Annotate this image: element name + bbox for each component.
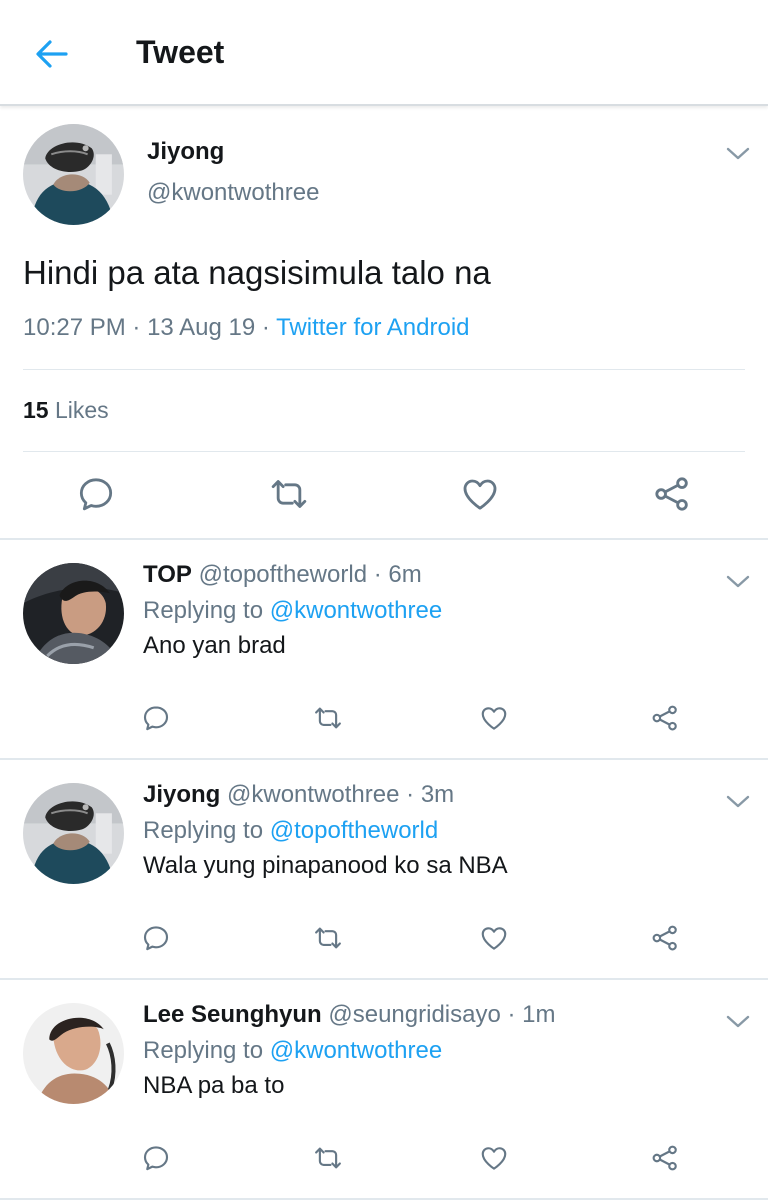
share-icon[interactable]: [650, 1143, 680, 1173]
like-heart-icon[interactable]: [460, 474, 500, 514]
main-tweet: Jiyong @kwontwothree Hindi pa ata nagsis…: [0, 108, 768, 540]
reply-tweet[interactable]: Jiyong @kwontwothree · 3m Replying to @t…: [0, 760, 768, 980]
replying-to: Replying to @topoftheworld: [143, 817, 438, 845]
mention-link[interactable]: @kwontwothree: [270, 597, 442, 624]
reply-author-name[interactable]: Lee Seunghyun: [143, 1001, 322, 1028]
reply-tweet[interactable]: Lee Seunghyun @seungridisayo · 1m Replyi…: [0, 980, 768, 1200]
replying-label: Replying to: [143, 1037, 264, 1064]
reply-tweet[interactable]: TOP @topoftheworld · 6m Replying to @kwo…: [0, 540, 768, 760]
replying-label: Replying to: [143, 597, 264, 624]
meta-separator: ·: [507, 1001, 516, 1028]
tweet-time: 10:27 PM: [23, 314, 126, 341]
reply-author-name[interactable]: TOP: [143, 561, 192, 588]
chevron-down-icon[interactable]: [724, 1012, 752, 1032]
reply-text: Wala yung pinapanood ko sa NBA: [143, 852, 508, 879]
likes-number: 15: [23, 397, 49, 423]
reply-header: TOP @topoftheworld · 6m: [143, 561, 422, 589]
tweet-text: Hindi pa ata nagsisimula talo na: [23, 254, 491, 291]
reply-text: Ano yan brad: [143, 632, 286, 659]
reply-icon[interactable]: [141, 703, 171, 733]
likes-count[interactable]: 15 Likes: [23, 397, 109, 424]
author-name[interactable]: Jiyong: [147, 138, 224, 166]
meta-separator: ·: [373, 561, 382, 588]
avatar[interactable]: [23, 783, 124, 884]
reply-author-handle[interactable]: @kwontwothree: [227, 781, 399, 808]
like-heart-icon[interactable]: [479, 1143, 509, 1173]
author-handle[interactable]: @kwontwothree: [147, 179, 319, 207]
retweet-icon[interactable]: [269, 474, 309, 514]
avatar[interactable]: [23, 124, 124, 225]
back-arrow-icon[interactable]: [30, 32, 74, 76]
reply-header: Lee Seunghyun @seungridisayo · 1m: [143, 1001, 556, 1029]
avatar[interactable]: [23, 563, 124, 664]
reply-author-name[interactable]: Jiyong: [143, 781, 220, 808]
reply-header: Jiyong @kwontwothree · 3m: [143, 781, 454, 809]
tweet-meta: 10:27 PM · 13 Aug 19 · Twitter for Andro…: [23, 314, 470, 342]
reply-icon[interactable]: [76, 474, 116, 514]
reply-time: 6m: [388, 561, 422, 588]
avatar[interactable]: [23, 1003, 124, 1104]
reply-icon[interactable]: [141, 1143, 171, 1173]
top-app-bar: Tweet: [0, 0, 768, 106]
retweet-icon[interactable]: [313, 923, 343, 953]
reply-time: 1m: [522, 1001, 556, 1028]
chevron-down-icon[interactable]: [724, 792, 752, 812]
likes-label: Likes: [54, 397, 109, 423]
replying-to: Replying to @kwontwothree: [143, 1037, 442, 1065]
reply-icon[interactable]: [141, 923, 171, 953]
chevron-down-icon[interactable]: [724, 572, 752, 592]
mention-link[interactable]: @topoftheworld: [270, 817, 438, 844]
tweet-date: 13 Aug 19: [147, 314, 256, 341]
tweet-source-link[interactable]: Twitter for Android: [276, 314, 469, 341]
reply-author-handle[interactable]: @topoftheworld: [199, 561, 367, 588]
retweet-icon[interactable]: [313, 703, 343, 733]
meta-separator: ·: [406, 781, 415, 808]
divider: [23, 369, 745, 370]
share-icon[interactable]: [652, 474, 692, 514]
mention-link[interactable]: @kwontwothree: [270, 1037, 442, 1064]
meta-separator: ·: [261, 314, 270, 341]
chevron-down-icon[interactable]: [724, 144, 752, 164]
share-icon[interactable]: [650, 703, 680, 733]
meta-separator: ·: [132, 314, 141, 341]
divider: [23, 451, 745, 452]
reply-author-handle[interactable]: @seungridisayo: [328, 1001, 500, 1028]
replying-label: Replying to: [143, 817, 264, 844]
reply-time: 3m: [420, 781, 455, 808]
share-icon[interactable]: [650, 923, 680, 953]
replying-to: Replying to @kwontwothree: [143, 597, 442, 625]
reply-text: NBA pa ba to: [143, 1072, 285, 1099]
retweet-icon[interactable]: [313, 1143, 343, 1173]
like-heart-icon[interactable]: [479, 703, 509, 733]
like-heart-icon[interactable]: [479, 923, 509, 953]
page-title: Tweet: [136, 34, 225, 70]
